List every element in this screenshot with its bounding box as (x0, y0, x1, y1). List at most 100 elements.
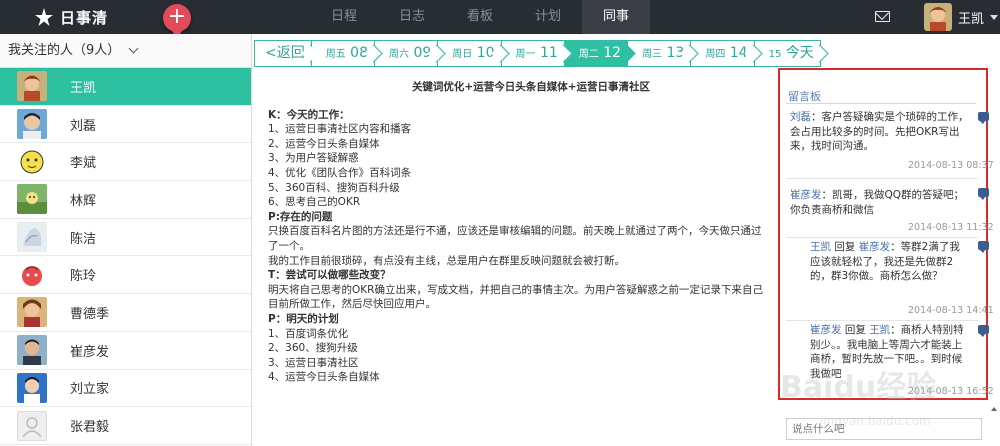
person-name: 张君毅 (70, 420, 110, 436)
person-name: 崔彦发 (70, 344, 110, 360)
followed-people-dropdown[interactable]: 我关注的人（9人） (0, 34, 251, 68)
mail-icon[interactable] (875, 11, 890, 22)
person-item[interactable]: 曹德季 (0, 294, 251, 332)
tab-plan[interactable]: 计划 (514, 0, 582, 34)
report-line: 明天将自己思考的OKR确立出来，写成文档，并把自己的事情主次。为用户答疑解惑之前… (268, 283, 763, 311)
back-button[interactable]: <返回 (254, 40, 312, 67)
user-name: 王凯 (958, 11, 985, 27)
reply-target[interactable]: 王凯 (869, 324, 890, 336)
person-item[interactable]: 王凯 (0, 68, 251, 106)
comment-time: 2014-08-13 11:32 (908, 222, 994, 233)
report-line: 3、为用户答疑解惑 (268, 152, 359, 165)
watermark-text: Baidu经验 (780, 370, 936, 405)
report-line: 1、百度词条优化 (268, 327, 349, 340)
date-day-number: 15 (768, 49, 782, 60)
baidu-watermark: Baidu经验 jingyan.baidu.com (780, 370, 936, 428)
avatar (17, 146, 47, 177)
comment-text: ：客户答疑确实是个琐碎的工作，会占用比较多的时间。先把OKR写出来，找时间沟通。 (790, 111, 969, 153)
reply-bubble-icon[interactable] (978, 320, 989, 337)
comment-author[interactable]: 崔彦发 (790, 189, 822, 201)
person-item[interactable]: 陈洁 (0, 219, 251, 257)
person-name: 刘磊 (70, 118, 97, 134)
comment-time: 2014-08-13 14:41 (908, 305, 994, 316)
comment-author[interactable]: 崔彦发 (810, 324, 842, 336)
report-line: T：尝试可以做哪些改变？ (268, 269, 391, 282)
avatar (17, 297, 47, 328)
person-item[interactable]: 林辉 (0, 181, 251, 219)
report-line: 只换百度百科名片图的方法还是行不通，应该还是审核编辑的问题。前天晚上就通过了两个… (268, 225, 762, 252)
date-tab[interactable]: 周日 10 (438, 40, 502, 67)
report-line: 2、运营今日头条自媒体 (268, 137, 380, 150)
avatar (17, 410, 47, 441)
comment: 王凯 回复 崔彦发：等群2满了我应该就轻松了，我还是先做群2的，群3你做。商桥怎… (810, 240, 970, 284)
comment: 崔彦发：凯哥，我做QQ群的答疑吧；你负责商桥和微信 (790, 188, 970, 217)
person-item[interactable]: 李斌 (0, 143, 251, 182)
person-name: 曹德季 (70, 306, 110, 322)
tab-colleagues[interactable]: 同事 (582, 0, 650, 34)
comment-time: 2014-08-13 08:37 (908, 160, 994, 171)
reply-bubble-icon[interactable] (978, 183, 989, 200)
report-line: P：明天的计划 (268, 312, 339, 325)
date-tab[interactable]: 周四 14 (691, 40, 755, 67)
followed-people-count: 我关注的人（9人） (8, 42, 121, 58)
report-line: 4、运营今日头条自媒体 (268, 371, 380, 384)
user-avatar (924, 3, 952, 31)
report-line: P:存在的问题 (268, 210, 333, 223)
avatar (17, 259, 47, 290)
report-line: 4、优化《团队合作》百科词条 (268, 166, 412, 179)
message-board-title: 留言板 (788, 90, 821, 103)
watermark-sub: jingyan.baidu.com (819, 414, 931, 428)
person-name: 王凯 (70, 80, 97, 96)
app-name: 日事清 (60, 8, 109, 27)
tab-schedule[interactable]: 日程 (310, 0, 378, 34)
date-weekday: 周五 (325, 49, 346, 60)
avatar (17, 222, 47, 253)
person-item[interactable]: 张君毅 (0, 407, 251, 445)
date-day: 11 (535, 45, 558, 61)
person-name: 陈玲 (70, 269, 97, 285)
reply-bubble-icon[interactable] (978, 107, 989, 124)
person-item[interactable]: 陈玲 (0, 256, 251, 295)
tab-log[interactable]: 日志 (378, 0, 446, 34)
date-tab[interactable]: 周五 08 (311, 40, 375, 67)
avatar (17, 71, 47, 102)
reply-word: 回复 (831, 241, 859, 253)
date-weekday: 周四 (705, 49, 726, 60)
date-weekday: 周三 (642, 49, 663, 60)
date-navigation: <返回 周五 08 周六 09 周日 10 周一 11 周二 12 周三 13 周四 14 1… (254, 40, 821, 67)
person-item[interactable]: 刘磊 (0, 106, 251, 144)
person-name: 陈洁 (70, 231, 97, 247)
date-tab[interactable]: 周六 09 (375, 40, 439, 67)
date-tab[interactable]: 周二 12 (564, 40, 629, 67)
app-root: 日事清 + 日程 日志 看板 计划 同事 王凯 我关注的人（9人） 王凯 刘磊 … (0, 0, 1000, 446)
divider (786, 320, 978, 321)
divider (786, 103, 976, 104)
report-line: 5、360百科、搜狗百科升级 (268, 181, 400, 194)
reply-bubble-icon[interactable] (978, 236, 989, 253)
report-line: 2、360、搜狗升级 (268, 342, 358, 355)
report-line: 3、运营日事清社区 (268, 356, 359, 369)
date-tab[interactable]: 15 今天 (754, 40, 821, 67)
comment-author[interactable]: 王凯 (810, 241, 831, 253)
person-name: 刘立家 (70, 382, 110, 398)
daily-report: 关键词优化+运营今日头条自媒体+运营日事清社区 K：今天的工作： 1、运营日事清社… (268, 80, 764, 385)
divider (786, 237, 978, 238)
tab-kanban[interactable]: 看板 (446, 0, 514, 34)
avatar (17, 184, 47, 215)
date-day: 12 (598, 45, 622, 61)
date-tab[interactable]: 周三 13 (628, 40, 692, 67)
report-line: 6、思考自己的OKR (268, 196, 361, 209)
date-tab[interactable]: 周一 11 (501, 40, 565, 67)
reply-target[interactable]: 崔彦发 (859, 241, 891, 253)
app-logo[interactable]: 日事清 (32, 6, 108, 28)
user-menu[interactable]: 王凯 (924, 3, 999, 31)
person-item[interactable]: 崔彦发 (0, 332, 251, 370)
scroll-up-arrow-icon[interactable] (991, 407, 997, 411)
date-weekday: 周二 (578, 49, 599, 60)
date-weekday: 周六 (389, 49, 409, 60)
report-line: 1、运营日事清社区内容和播客 (268, 123, 412, 136)
person-item[interactable]: 刘立家 (0, 370, 251, 408)
logo-icon (35, 8, 53, 26)
comment-author[interactable]: 刘磊 (790, 111, 811, 123)
add-button[interactable]: + (163, 4, 191, 38)
